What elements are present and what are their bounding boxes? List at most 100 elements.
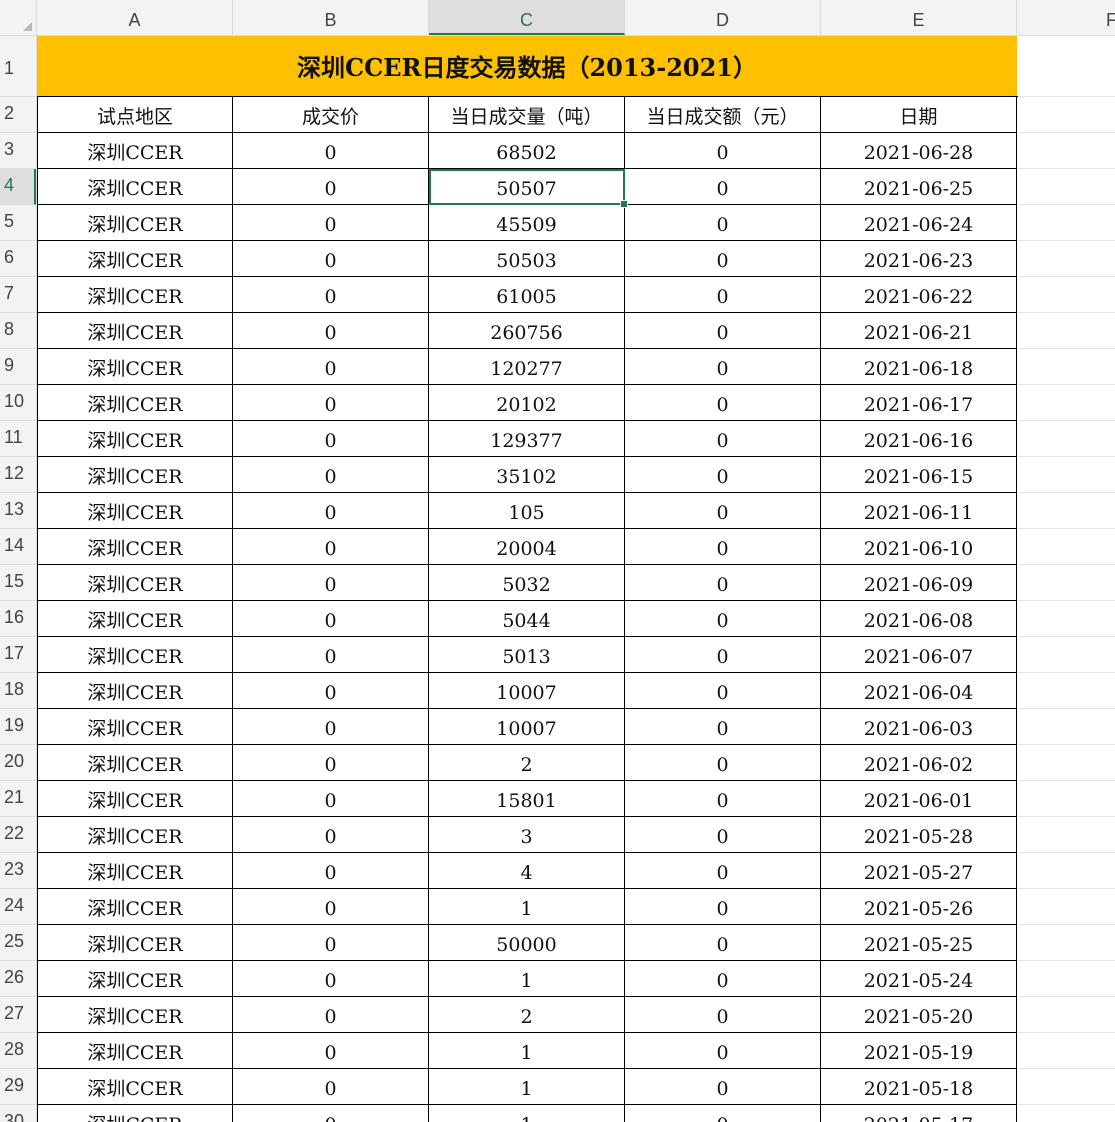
date-cell[interactable]: 2021-06-24 <box>821 205 1017 241</box>
amount-cell[interactable]: 0 <box>625 457 821 493</box>
row-header-9[interactable]: 9 <box>0 349 36 385</box>
row-header-5[interactable]: 5 <box>0 205 36 241</box>
empty-cell[interactable] <box>1018 385 1115 421</box>
price-cell[interactable]: 0 <box>233 853 429 889</box>
amount-cell[interactable]: 0 <box>625 1069 821 1105</box>
amount-cell[interactable]: 0 <box>625 241 821 277</box>
amount-cell[interactable]: 0 <box>625 781 821 817</box>
region-cell[interactable]: 深圳CCER <box>37 997 233 1033</box>
amount-cell[interactable]: 0 <box>625 673 821 709</box>
empty-cell[interactable] <box>1018 36 1115 97</box>
region-cell[interactable]: 深圳CCER <box>37 745 233 781</box>
date-cell[interactable]: 2021-05-24 <box>821 961 1017 997</box>
column-title-amount[interactable]: 当日成交额（元） <box>625 97 821 133</box>
fill-handle[interactable] <box>620 200 628 208</box>
volume-cell[interactable]: 45509 <box>429 205 625 241</box>
region-cell[interactable]: 深圳CCER <box>37 781 233 817</box>
row-header-6[interactable]: 6 <box>0 241 36 277</box>
amount-cell[interactable]: 0 <box>625 745 821 781</box>
date-cell[interactable]: 2021-06-11 <box>821 493 1017 529</box>
region-cell[interactable]: 深圳CCER <box>37 529 233 565</box>
region-cell[interactable]: 深圳CCER <box>37 349 233 385</box>
region-cell[interactable]: 深圳CCER <box>37 817 233 853</box>
amount-cell[interactable]: 0 <box>625 205 821 241</box>
price-cell[interactable]: 0 <box>233 1033 429 1069</box>
amount-cell[interactable]: 0 <box>625 349 821 385</box>
column-title-price[interactable]: 成交价 <box>233 97 429 133</box>
row-header-4[interactable]: 4 <box>0 169 36 205</box>
volume-cell[interactable]: 129377 <box>429 421 625 457</box>
row-header-27[interactable]: 27 <box>0 997 36 1033</box>
amount-cell[interactable]: 0 <box>625 529 821 565</box>
price-cell[interactable]: 0 <box>233 493 429 529</box>
amount-cell[interactable]: 0 <box>625 133 821 169</box>
empty-cell[interactable] <box>1018 241 1115 277</box>
region-cell[interactable]: 深圳CCER <box>37 853 233 889</box>
price-cell[interactable]: 0 <box>233 1069 429 1105</box>
region-cell[interactable]: 深圳CCER <box>37 565 233 601</box>
empty-cell[interactable] <box>1018 673 1115 709</box>
empty-cell[interactable] <box>1018 925 1115 961</box>
date-cell[interactable]: 2021-06-28 <box>821 133 1017 169</box>
volume-cell[interactable]: 5044 <box>429 601 625 637</box>
select-all-corner[interactable] <box>0 0 37 35</box>
empty-cell[interactable] <box>1018 961 1115 997</box>
row-header-22[interactable]: 22 <box>0 817 36 853</box>
date-cell[interactable]: 2021-06-17 <box>821 385 1017 421</box>
empty-cell[interactable] <box>1018 457 1115 493</box>
amount-cell[interactable]: 0 <box>625 421 821 457</box>
volume-cell[interactable]: 15801 <box>429 781 625 817</box>
date-cell[interactable]: 2021-06-23 <box>821 241 1017 277</box>
volume-cell[interactable]: 1 <box>429 889 625 925</box>
row-header-21[interactable]: 21 <box>0 781 36 817</box>
date-cell[interactable]: 2021-06-22 <box>821 277 1017 313</box>
amount-cell[interactable]: 0 <box>625 565 821 601</box>
price-cell[interactable]: 0 <box>233 133 429 169</box>
volume-cell[interactable]: 2 <box>429 745 625 781</box>
volume-cell[interactable]: 20004 <box>429 529 625 565</box>
volume-cell[interactable]: 50000 <box>429 925 625 961</box>
price-cell[interactable]: 0 <box>233 457 429 493</box>
date-cell[interactable]: 2021-06-10 <box>821 529 1017 565</box>
amount-cell[interactable]: 0 <box>625 637 821 673</box>
price-cell[interactable]: 0 <box>233 637 429 673</box>
volume-cell[interactable]: 61005 <box>429 277 625 313</box>
empty-cell[interactable] <box>1018 1105 1115 1122</box>
empty-cell[interactable] <box>1018 565 1115 601</box>
region-cell[interactable]: 深圳CCER <box>37 421 233 457</box>
region-cell[interactable]: 深圳CCER <box>37 673 233 709</box>
empty-cell[interactable] <box>1018 1033 1115 1069</box>
column-header-c[interactable]: C <box>429 0 625 35</box>
region-cell[interactable]: 深圳CCER <box>37 277 233 313</box>
title-cell[interactable]: 深圳CCER日度交易数据（2013-2021） <box>37 36 1017 97</box>
date-cell[interactable]: 2021-05-25 <box>821 925 1017 961</box>
region-cell[interactable]: 深圳CCER <box>37 133 233 169</box>
price-cell[interactable]: 0 <box>233 745 429 781</box>
volume-cell[interactable]: 20102 <box>429 385 625 421</box>
price-cell[interactable]: 0 <box>233 205 429 241</box>
price-cell[interactable]: 0 <box>233 169 429 205</box>
empty-cell[interactable] <box>1018 349 1115 385</box>
row-header-23[interactable]: 23 <box>0 853 36 889</box>
row-header-1[interactable]: 1 <box>0 36 36 97</box>
amount-cell[interactable]: 0 <box>625 889 821 925</box>
volume-cell[interactable]: 1 <box>429 1105 625 1122</box>
column-header-b[interactable]: B <box>233 0 429 35</box>
amount-cell[interactable]: 0 <box>625 853 821 889</box>
price-cell[interactable]: 0 <box>233 961 429 997</box>
price-cell[interactable]: 0 <box>233 421 429 457</box>
volume-cell[interactable]: 10007 <box>429 709 625 745</box>
date-cell[interactable]: 2021-06-07 <box>821 637 1017 673</box>
amount-cell[interactable]: 0 <box>625 493 821 529</box>
volume-cell[interactable]: 5013 <box>429 637 625 673</box>
date-cell[interactable]: 2021-06-18 <box>821 349 1017 385</box>
region-cell[interactable]: 深圳CCER <box>37 493 233 529</box>
price-cell[interactable]: 0 <box>233 1105 429 1122</box>
price-cell[interactable]: 0 <box>233 601 429 637</box>
volume-cell[interactable]: 5032 <box>429 565 625 601</box>
column-header-e[interactable]: E <box>821 0 1017 35</box>
amount-cell[interactable]: 0 <box>625 1033 821 1069</box>
date-cell[interactable]: 2021-05-17 <box>821 1105 1017 1122</box>
date-cell[interactable]: 2021-05-19 <box>821 1033 1017 1069</box>
price-cell[interactable]: 0 <box>233 313 429 349</box>
